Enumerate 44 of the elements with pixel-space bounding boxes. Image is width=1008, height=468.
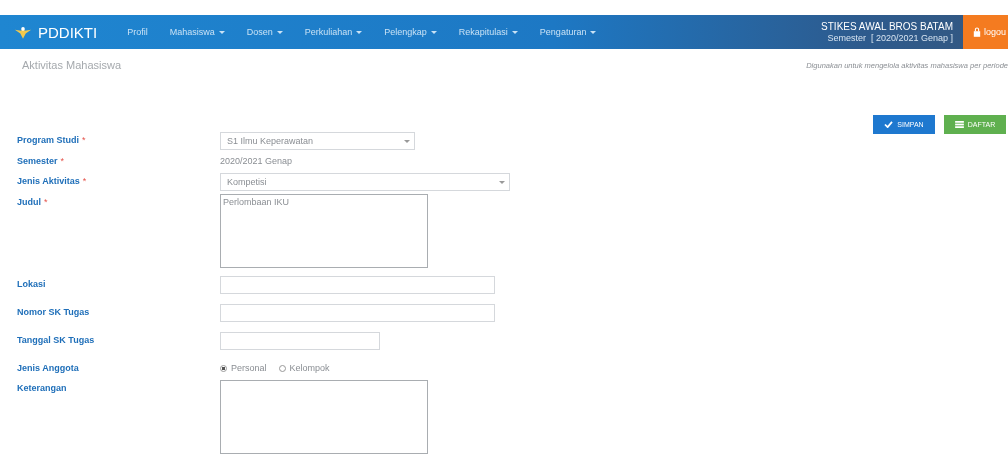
nav-menu-item[interactable]: Pengaturan [539, 27, 597, 37]
lock-icon [972, 27, 981, 37]
caret-icon [218, 30, 225, 34]
field-label: Semester * [17, 155, 66, 166]
caret-icon [430, 30, 437, 34]
field-label: Program Studi * [17, 134, 87, 145]
caret-icon [590, 30, 597, 34]
list-icon [954, 121, 964, 128]
dropdown-field[interactable]: S1 Ilmu Keperawatan [220, 132, 415, 150]
field-label: Keterangan [17, 382, 68, 393]
radio-button[interactable] [220, 364, 227, 372]
field-label: Lokasi [17, 278, 47, 289]
logout-button[interactable]: logou [962, 15, 1008, 49]
text-area[interactable] [220, 380, 428, 454]
radio-option[interactable]: Personal [220, 363, 267, 373]
input-field[interactable] [220, 304, 495, 322]
checkmark-icon [884, 121, 894, 128]
field-label: Judul * [17, 196, 49, 207]
page-title: Aktivitas Mahasiswa [22, 59, 122, 71]
nav-menu-item[interactable]: Pelengkap [384, 27, 437, 37]
nav-menu-item[interactable]: Mahasiswa [169, 27, 225, 37]
dropdown-field[interactable]: Kompetisi [220, 173, 510, 191]
nav-menu-item[interactable]: Dosen [246, 27, 283, 37]
caret-icon [499, 180, 505, 184]
caret-icon [276, 30, 283, 34]
eagle-logo-icon [14, 24, 32, 40]
caret-icon [511, 30, 518, 34]
field-label: Jenis Anggota [17, 362, 80, 373]
text-area[interactable]: Perlombaan IKU [220, 194, 428, 268]
radio-option[interactable]: Kelompok [278, 363, 330, 373]
institution-name: STIKES AWAL BROS BATAM [821, 21, 953, 33]
caret-icon [356, 30, 363, 34]
nav-menu-item[interactable]: Perkuliahan [304, 27, 363, 37]
nav-menu-item[interactable]: Rekapitulasi [458, 27, 518, 37]
nav-menu-item[interactable]: Profil [127, 27, 148, 37]
field-label: Nomor SK Tugas [17, 306, 91, 317]
brand-link[interactable]: PDDIKTI [14, 23, 98, 41]
field-label: Jenis Aktivitas * [17, 175, 88, 186]
field-value: 2020/2021 Genap [220, 155, 293, 166]
semester-label: Semester [ 2020/2021 Genap ] [827, 32, 953, 43]
input-field[interactable] [220, 332, 380, 350]
field-label: Tanggal SK Tugas [17, 334, 96, 345]
input-field[interactable] [220, 276, 495, 294]
caret-icon [404, 139, 410, 143]
